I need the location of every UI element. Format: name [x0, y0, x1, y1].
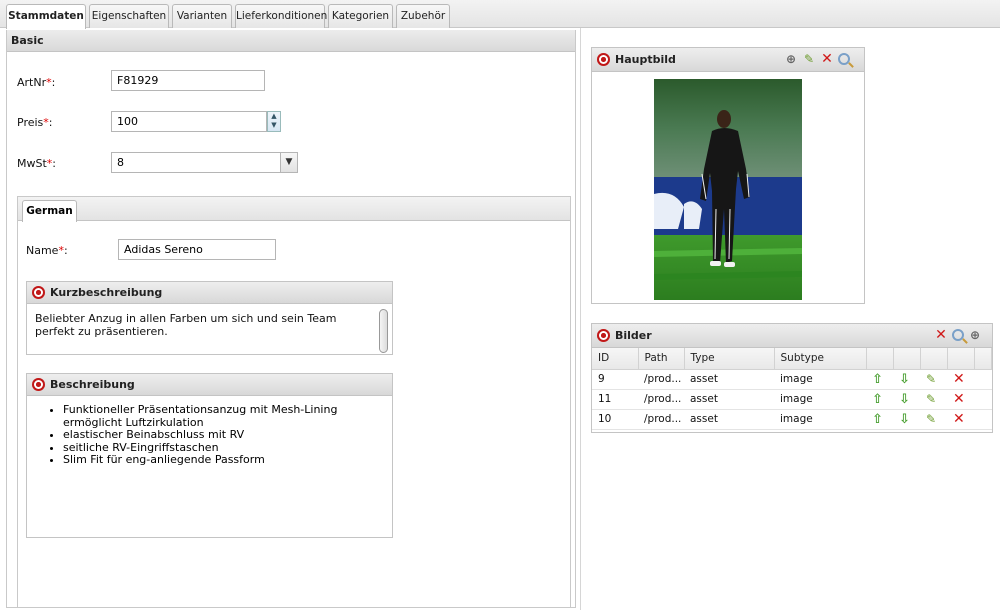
tab-german[interactable]: German: [22, 200, 77, 222]
kurzbeschreibung-title: Kurzbeschreibung: [50, 286, 163, 299]
kurzbeschreibung-header: Kurzbeschreibung: [27, 282, 392, 304]
preis-input[interactable]: [111, 111, 267, 132]
kurzbeschreibung-panel: Kurzbeschreibung Beliebter Anzug in alle…: [26, 281, 393, 355]
hauptbild-panel: Hauptbild ⊕ ✎ ✕: [591, 47, 865, 304]
beschreibung-list[interactable]: Funktioneller Präsentationsanzug mit Mes…: [27, 396, 392, 467]
target-icon: [32, 378, 45, 391]
product-image: [654, 79, 802, 300]
column-header-down: [893, 348, 921, 370]
artnr-label: ArtNr*:: [17, 76, 56, 89]
delete-icon[interactable]: ✕: [953, 411, 965, 427]
delete-icon[interactable]: ✕: [953, 391, 965, 407]
cell-id: 10: [592, 409, 638, 430]
bilder-header: Bilder ✕ ⊕: [592, 324, 992, 348]
bilder-toolbar: ✕ ⊕: [934, 328, 982, 342]
spin-down-icon[interactable]: ▼: [268, 121, 280, 130]
cell-type: asset: [684, 409, 774, 430]
cell-id: 11: [592, 389, 638, 410]
scrollbar[interactable]: [379, 309, 388, 353]
move-down-icon[interactable]: ⇩: [899, 372, 910, 387]
cell-path: /prod...: [638, 389, 684, 410]
column-header-up: [866, 348, 894, 370]
artnr-input[interactable]: [111, 70, 265, 91]
table-row[interactable]: 10 /prod... asset image ⇧ ⇩ ✎ ✕: [592, 409, 992, 430]
beschreibung-panel: Beschreibung Funktioneller Präsentations…: [26, 373, 393, 538]
edit-icon[interactable]: ✎: [926, 392, 936, 406]
add-image-icon[interactable]: ⊕: [784, 52, 798, 66]
tab-varianten[interactable]: Varianten: [172, 4, 232, 28]
kurzbeschreibung-text[interactable]: Beliebter Anzug in allen Farben um sich …: [27, 304, 392, 346]
tab-eigenschaften[interactable]: Eigenschaften: [89, 4, 169, 28]
language-tab-strip: German: [18, 197, 570, 222]
delete-icon[interactable]: ✕: [953, 371, 965, 387]
name-label: Name*:: [26, 244, 68, 257]
cell-path: /prod...: [638, 369, 684, 390]
move-up-icon[interactable]: ⇧: [872, 392, 883, 407]
preis-label: Preis*:: [17, 116, 53, 129]
move-up-icon[interactable]: ⇧: [872, 412, 883, 427]
list-item: Funktioneller Präsentationsanzug mit Mes…: [63, 403, 392, 429]
column-header-edit: [920, 348, 948, 370]
mwst-label: MwSt*:: [17, 157, 57, 170]
tab-stammdaten[interactable]: Stammdaten: [6, 4, 86, 29]
cell-path: /prod...: [638, 409, 684, 430]
column-header-spacer: [974, 348, 992, 370]
beschreibung-title: Beschreibung: [50, 378, 135, 391]
hauptbild-header: Hauptbild ⊕ ✎ ✕: [592, 48, 864, 72]
edit-icon[interactable]: ✎: [802, 52, 816, 66]
delete-icon[interactable]: ✕: [820, 52, 834, 66]
add-image-icon[interactable]: ⊕: [968, 328, 982, 342]
spin-up-icon[interactable]: ▲: [268, 112, 280, 121]
tab-lieferkonditionen[interactable]: Lieferkonditionen: [235, 4, 327, 28]
bilder-table: ID Path Type Subtype 9 /prod... asset im…: [592, 348, 992, 430]
cell-type: asset: [684, 389, 774, 410]
beschreibung-header: Beschreibung: [27, 374, 392, 396]
move-down-icon[interactable]: ⇩: [899, 412, 910, 427]
table-row[interactable]: 11 /prod... asset image ⇧ ⇩ ✎ ✕: [592, 389, 992, 410]
search-icon[interactable]: [838, 53, 850, 65]
basic-panel-title: Basic: [7, 30, 575, 52]
cell-type: asset: [684, 369, 774, 390]
column-header-path[interactable]: Path: [638, 348, 685, 370]
preis-spinner[interactable]: ▲ ▼: [267, 111, 281, 132]
target-icon: [32, 286, 45, 299]
chevron-down-icon[interactable]: ▼: [281, 152, 298, 173]
edit-icon[interactable]: ✎: [926, 372, 936, 386]
table-header-row: ID Path Type Subtype: [592, 348, 992, 370]
divider: [580, 28, 581, 610]
list-item: Slim Fit für eng-anliegende Passform: [63, 453, 392, 467]
move-up-icon[interactable]: ⇧: [872, 372, 883, 387]
cell-subtype: image: [774, 389, 866, 410]
name-input[interactable]: [118, 239, 276, 260]
cell-subtype: image: [774, 409, 866, 430]
delete-icon[interactable]: ✕: [934, 328, 948, 342]
column-header-delete: [947, 348, 975, 370]
list-item: elastischer Beinabschluss mit RV: [63, 428, 392, 442]
edit-icon[interactable]: ✎: [926, 412, 936, 426]
bilder-title: Bilder: [615, 329, 652, 342]
move-down-icon[interactable]: ⇩: [899, 392, 910, 407]
language-tab-panel: German Name*: Kurzbeschreibung Beliebter…: [17, 196, 571, 608]
search-icon[interactable]: [952, 329, 964, 341]
tab-zubehoer[interactable]: Zubehör: [396, 4, 450, 28]
main-tab-strip: Stammdaten Eigenschaften Varianten Liefe…: [0, 0, 1000, 29]
mwst-select[interactable]: [111, 152, 281, 173]
cell-id: 9: [592, 369, 638, 390]
target-icon: [597, 53, 610, 66]
tab-kategorien[interactable]: Kategorien: [328, 4, 393, 28]
table-row[interactable]: 9 /prod... asset image ⇧ ⇩ ✎ ✕: [592, 369, 992, 390]
column-header-id[interactable]: ID: [592, 348, 639, 370]
bilder-panel: Bilder ✕ ⊕ ID Path Type Subtype 9 /prod.…: [591, 323, 993, 433]
target-icon: [597, 329, 610, 342]
basic-panel: Basic ArtNr*: Preis*: ▲ ▼ MwSt*: ▼ Germa…: [6, 30, 576, 608]
cell-subtype: image: [774, 369, 866, 390]
column-header-type[interactable]: Type: [684, 348, 775, 370]
hauptbild-title: Hauptbild: [615, 53, 676, 66]
column-header-subtype[interactable]: Subtype: [774, 348, 867, 370]
hauptbild-toolbar: ⊕ ✎ ✕: [784, 52, 850, 66]
